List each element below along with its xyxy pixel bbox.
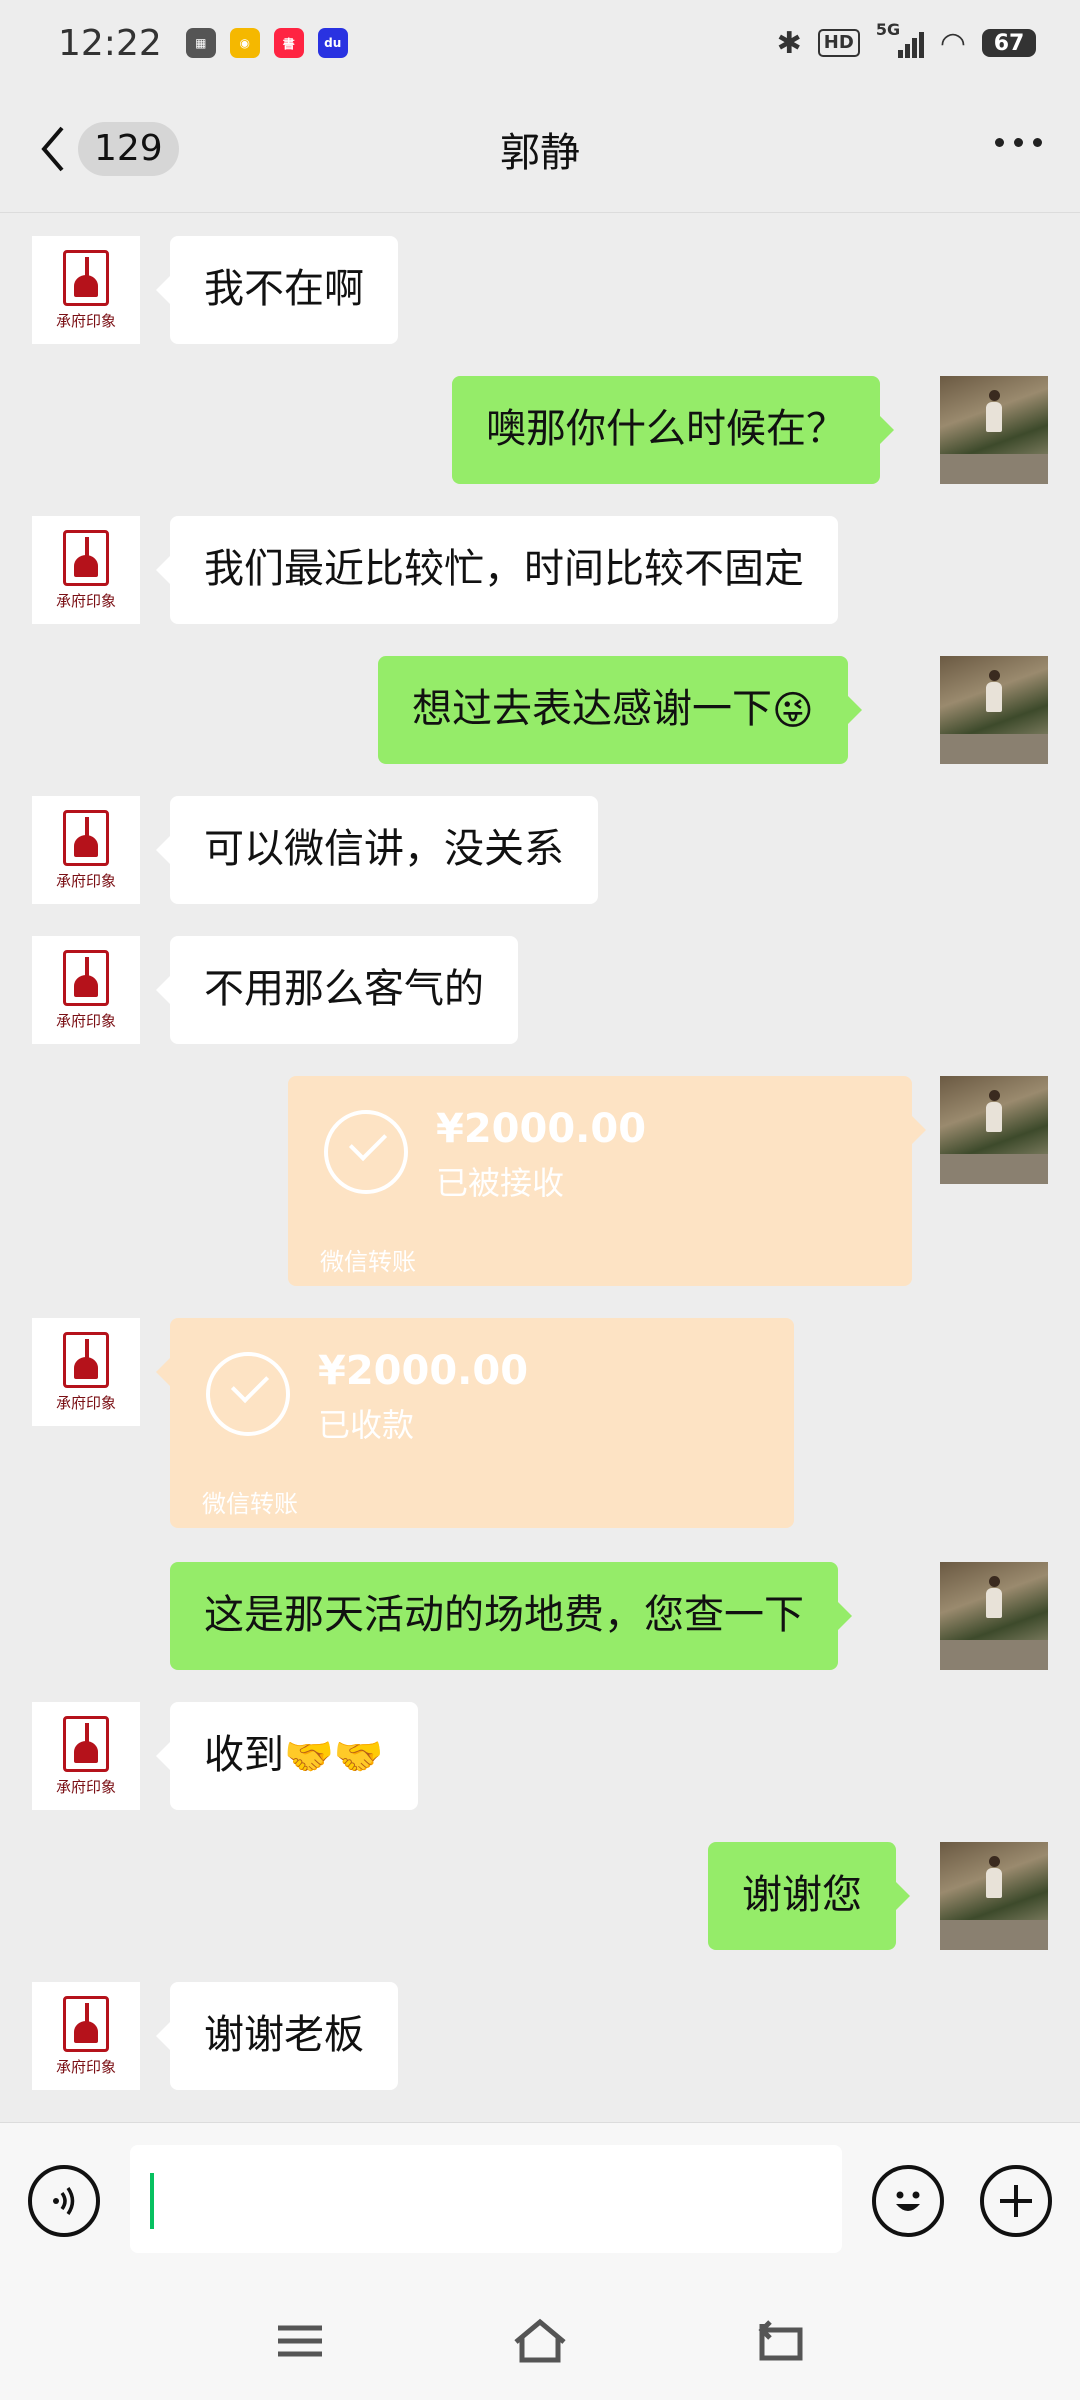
chat-header: 129 郭静 (0, 86, 1080, 213)
baidu-notification-icon: du (317, 28, 348, 58)
logo-text: 承府印象 (55, 1011, 116, 1030)
wifi-icon: ◠ (939, 25, 966, 61)
logo-icon (63, 529, 109, 586)
unread-count-badge: 129 (78, 122, 179, 176)
logo-text: 承府印象 (55, 591, 116, 610)
menu-icon[interactable] (270, 2316, 330, 2366)
text-cursor (150, 2173, 154, 2229)
logo-text: 承府印象 (55, 1777, 116, 1796)
message-bubble[interactable]: 我们最近比较忙，时间比较不固定 (156, 516, 838, 624)
back-icon (41, 126, 64, 172)
message-bubble[interactable]: 我不在啊 (156, 236, 398, 344)
logo-icon (63, 1995, 109, 2052)
network-type: 5G (875, 20, 901, 39)
wink-emoji-icon: 😜 (772, 688, 814, 734)
logo-icon (63, 1715, 109, 1772)
message-bubble[interactable]: 谢谢您 (708, 1842, 910, 1950)
check-icon (206, 1352, 290, 1436)
voice-button[interactable] (28, 2165, 100, 2237)
message-bubble[interactable]: 这是那天活动的场地费，您查一下 (170, 1562, 852, 1670)
weibo-notification-icon: ◉ (229, 28, 260, 58)
voice-icon (53, 2187, 75, 2215)
transfer-label: 微信转账 (202, 1490, 298, 1518)
message-bubble[interactable]: 想过去表达感谢一下😜 (378, 656, 862, 764)
message-bubble[interactable]: 不用那么客气的 (156, 936, 518, 1044)
handshake-emoji-icon: 🤝🤝 (284, 1734, 384, 1780)
contact-avatar[interactable]: 承府印象 (32, 236, 140, 344)
hd-badge: HD (817, 29, 860, 57)
logo-icon (63, 949, 109, 1006)
transfer-card[interactable]: ¥2000.00 已收款 微信转账 (156, 1318, 794, 1528)
contact-avatar[interactable]: 承府印象 (32, 1318, 140, 1426)
plus-icon (1000, 2185, 1032, 2217)
transfer-card[interactable]: ¥2000.00 已被接收 微信转账 (288, 1076, 926, 1286)
logo-text: 承府印象 (55, 2057, 116, 2076)
plus-button[interactable] (980, 2165, 1052, 2237)
my-avatar[interactable] (940, 656, 1048, 764)
contact-avatar[interactable]: 承府印象 (32, 796, 140, 904)
more-button[interactable] (995, 138, 1042, 147)
logo-icon (63, 1331, 109, 1388)
message-text: 想过去表达感谢一下 (412, 686, 772, 732)
return-icon[interactable] (750, 2316, 810, 2366)
my-avatar[interactable] (940, 1842, 1048, 1950)
contact-avatar[interactable]: 承府印象 (32, 936, 140, 1044)
xiaohongshu-notification-icon: 書 (273, 28, 304, 58)
signal-icon: 5G (876, 20, 924, 58)
gift-notification-icon: ▦ (185, 28, 216, 58)
logo-text: 承府印象 (55, 311, 116, 330)
transfer-status: 已被接收 (436, 1164, 565, 1202)
message-text: 收到 (204, 1732, 284, 1778)
message-bubble[interactable]: 谢谢老板 (156, 1982, 398, 2090)
battery-indicator: 67 (982, 29, 1036, 57)
my-avatar[interactable] (940, 376, 1048, 484)
message-input[interactable] (130, 2145, 842, 2253)
logo-text: 承府印象 (55, 871, 116, 890)
emoji-icon (896, 2191, 920, 2211)
transfer-status: 已收款 (318, 1406, 415, 1444)
transfer-amount: ¥2000.00 (318, 1348, 529, 1394)
more-icon (995, 138, 1004, 147)
home-icon[interactable] (510, 2316, 570, 2366)
contact-avatar[interactable]: 承府印象 (32, 1702, 140, 1810)
chat-title: 郭静 (500, 130, 580, 176)
back-button[interactable]: 129 (38, 122, 179, 176)
message-bubble[interactable]: 可以微信讲，没关系 (156, 796, 598, 904)
contact-avatar[interactable]: 承府印象 (32, 516, 140, 624)
check-icon (324, 1110, 408, 1194)
clock: 12:22 (58, 22, 162, 64)
logo-icon (63, 249, 109, 306)
my-avatar[interactable] (940, 1076, 1048, 1184)
message-bubble[interactable]: 噢那你什么时候在？ (452, 376, 894, 484)
message-bubble[interactable]: 收到🤝🤝 (156, 1702, 418, 1810)
logo-text: 承府印象 (55, 1393, 116, 1412)
emoji-button[interactable] (872, 2165, 944, 2237)
contact-avatar[interactable]: 承府印象 (32, 1982, 140, 2090)
transfer-amount: ¥2000.00 (436, 1106, 647, 1152)
transfer-label: 微信转账 (320, 1248, 416, 1276)
status-bar: 12:22 ▦ ◉ 書 du ✱ HD 5G ◠ 67 (0, 0, 1080, 86)
system-nav-bar (0, 2282, 1080, 2400)
my-avatar[interactable] (940, 1562, 1048, 1670)
input-bar (0, 2122, 1080, 2283)
logo-icon (63, 809, 109, 866)
bluetooth-icon: ✱ (776, 25, 802, 61)
